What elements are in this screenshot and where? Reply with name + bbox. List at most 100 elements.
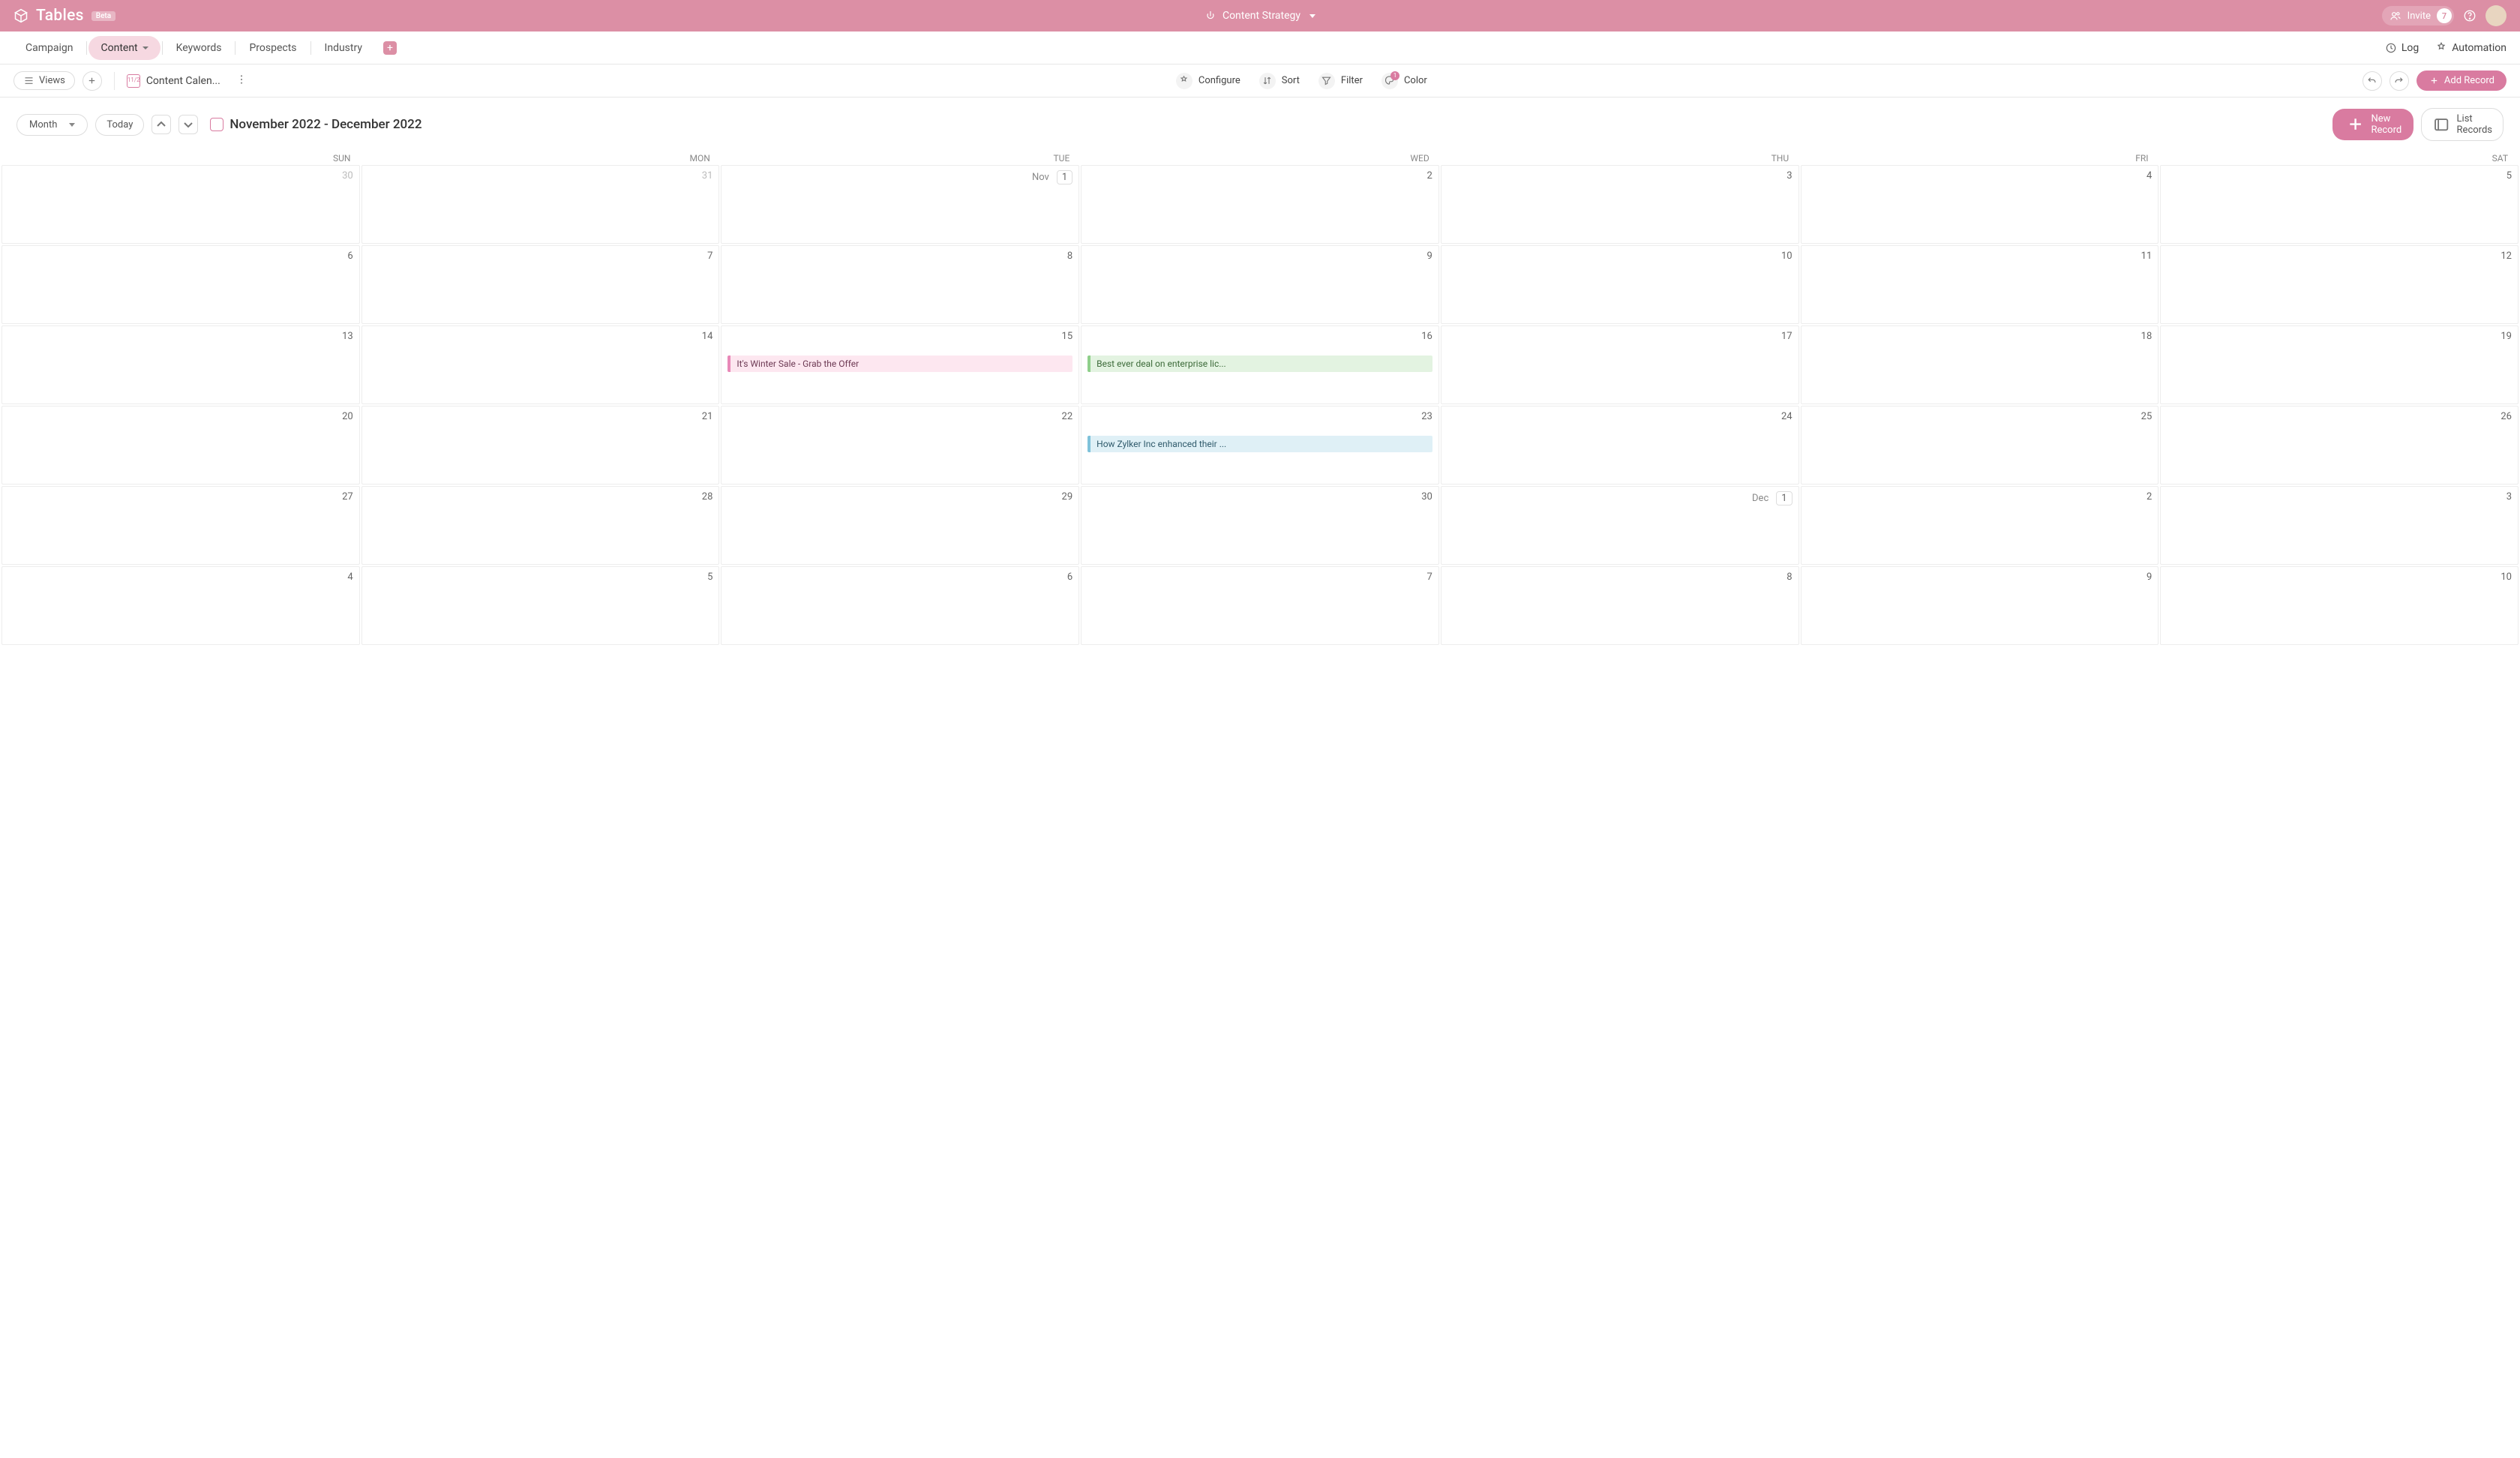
day-cell[interactable]: 18	[1801, 326, 2159, 404]
day-number: 25	[1808, 411, 2152, 422]
day-cell[interactable]: 17	[1441, 326, 1799, 404]
day-cell[interactable]: 4	[1801, 165, 2159, 244]
day-number: 5	[368, 572, 713, 583]
day-cell[interactable]: 10	[2160, 566, 2518, 645]
configure-button[interactable]: Configure	[1172, 69, 1251, 93]
day-cell[interactable]: 26	[2160, 406, 2518, 484]
workspace-switcher[interactable]: Content Strategy	[1204, 10, 1316, 22]
day-cell[interactable]: 3	[2160, 486, 2518, 565]
day-cell[interactable]: 9	[1081, 245, 1439, 324]
day-cell[interactable]: 9	[1801, 566, 2159, 645]
day-cell[interactable]: 25	[1801, 406, 2159, 484]
day-cell[interactable]: 31	[362, 165, 720, 244]
day-cell[interactable]: 23 How Zylker Inc enhanced their ...	[1081, 406, 1439, 484]
day-cell[interactable]: 29	[721, 486, 1079, 565]
day-cell[interactable]: 2	[1801, 486, 2159, 565]
tab-campaign[interactable]: Campaign	[14, 36, 85, 60]
views-button[interactable]: Views	[14, 71, 75, 90]
add-view-button[interactable]	[82, 71, 102, 91]
day-cell[interactable]: 3	[1441, 165, 1799, 244]
day-number: 19	[2167, 331, 2512, 342]
day-number: 23	[1088, 411, 1432, 422]
tab-content[interactable]: Content	[88, 36, 160, 60]
tab-prospects[interactable]: Prospects	[237, 36, 308, 60]
day-cell[interactable]: 24	[1441, 406, 1799, 484]
day-header: WED	[1080, 152, 1439, 165]
color-button[interactable]: 1 Color	[1378, 69, 1438, 93]
next-button[interactable]	[178, 115, 198, 134]
automation-button[interactable]: Automation	[2435, 42, 2506, 54]
view-menu-button[interactable]	[236, 74, 248, 88]
list-records-label: List Records	[2457, 113, 2492, 136]
invite-count: 7	[2437, 8, 2452, 23]
today-button[interactable]: Today	[95, 114, 144, 136]
today-label: Today	[106, 119, 133, 130]
tab-label: Campaign	[26, 42, 73, 54]
day-number: 18	[1808, 331, 2152, 342]
tab-industry[interactable]: Industry	[313, 36, 374, 60]
redo-button[interactable]	[2390, 71, 2409, 91]
tab-bar: Campaign Content Keywords ProspectsIndustry…	[0, 32, 2520, 64]
day-cell[interactable]: 21	[362, 406, 720, 484]
tab-label: Keywords	[176, 42, 222, 54]
day-cell[interactable]: 2	[1081, 165, 1439, 244]
tab-keywords[interactable]: Keywords	[164, 36, 234, 60]
automation-label: Automation	[2452, 42, 2506, 54]
day-cell[interactable]: 15It's Winter Sale - Grab the Offer	[721, 326, 1079, 404]
day-cell[interactable]: Dec1	[1441, 486, 1799, 565]
list-records-button[interactable]: List Records	[2421, 108, 2504, 141]
user-avatar[interactable]	[2486, 5, 2506, 26]
invite-button[interactable]: Invite 7	[2382, 6, 2454, 26]
day-cell[interactable]: 5	[362, 566, 720, 645]
day-number: 7	[1088, 572, 1432, 583]
calendar-event[interactable]: How Zylker Inc enhanced their ...	[1088, 436, 1432, 452]
day-cell[interactable]: 13	[2, 326, 360, 404]
day-cell[interactable]: 6	[2, 245, 360, 324]
day-number: 13	[8, 331, 353, 342]
log-button[interactable]: Log	[2385, 42, 2419, 54]
day-cell[interactable]: 12	[2160, 245, 2518, 324]
tab-label: Content	[100, 42, 137, 54]
current-view[interactable]: Content Calen...	[127, 74, 220, 88]
day-number: 31	[368, 170, 713, 182]
day-cell[interactable]: 6	[721, 566, 1079, 645]
day-cell[interactable]: 22	[721, 406, 1079, 484]
day-number: 27	[8, 491, 353, 502]
filter-button[interactable]: Filter	[1315, 69, 1373, 93]
tables-logo-icon	[14, 8, 28, 23]
scale-select[interactable]: Month	[16, 114, 88, 136]
undo-button[interactable]	[2362, 71, 2382, 91]
day-cell[interactable]: 30	[1081, 486, 1439, 565]
day-cell[interactable]: 4	[2, 566, 360, 645]
day-cell[interactable]: 30	[2, 165, 360, 244]
day-cell[interactable]: 14	[362, 326, 720, 404]
day-header: SAT	[2159, 152, 2518, 165]
day-cell[interactable]: 7	[362, 245, 720, 324]
prev-button[interactable]	[152, 115, 171, 134]
day-cell[interactable]: 28	[362, 486, 720, 565]
day-cell[interactable]: 19	[2160, 326, 2518, 404]
help-icon[interactable]	[2463, 9, 2476, 22]
add-tab-button[interactable]: +	[383, 41, 397, 55]
day-header: TUE	[721, 152, 1080, 165]
day-cell[interactable]: 10	[1441, 245, 1799, 324]
calendar-event[interactable]: It's Winter Sale - Grab the Offer	[728, 356, 1072, 372]
day-cell[interactable]: 20	[2, 406, 360, 484]
day-cell[interactable]: 7	[1081, 566, 1439, 645]
calendar-event[interactable]: Best ever deal on enterprise lic...	[1088, 356, 1432, 372]
day-cell[interactable]: 5	[2160, 165, 2518, 244]
color-label: Color	[1404, 75, 1427, 86]
chevron-down-icon	[69, 123, 75, 127]
day-cell[interactable]: 8	[721, 245, 1079, 324]
new-record-button[interactable]: New Record	[2332, 109, 2414, 140]
chevron-down-icon	[142, 46, 148, 50]
add-record-button[interactable]: Add Record	[2416, 70, 2506, 91]
sort-button[interactable]: Sort	[1256, 69, 1310, 93]
day-cell[interactable]: 8	[1441, 566, 1799, 645]
day-number: 30	[8, 170, 353, 182]
day-cell[interactable]: 16Best ever deal on enterprise lic...	[1081, 326, 1439, 404]
day-number: 17	[1448, 331, 1792, 342]
day-cell[interactable]: 27	[2, 486, 360, 565]
day-cell[interactable]: 11	[1801, 245, 2159, 324]
day-cell[interactable]: Nov1	[721, 165, 1079, 244]
